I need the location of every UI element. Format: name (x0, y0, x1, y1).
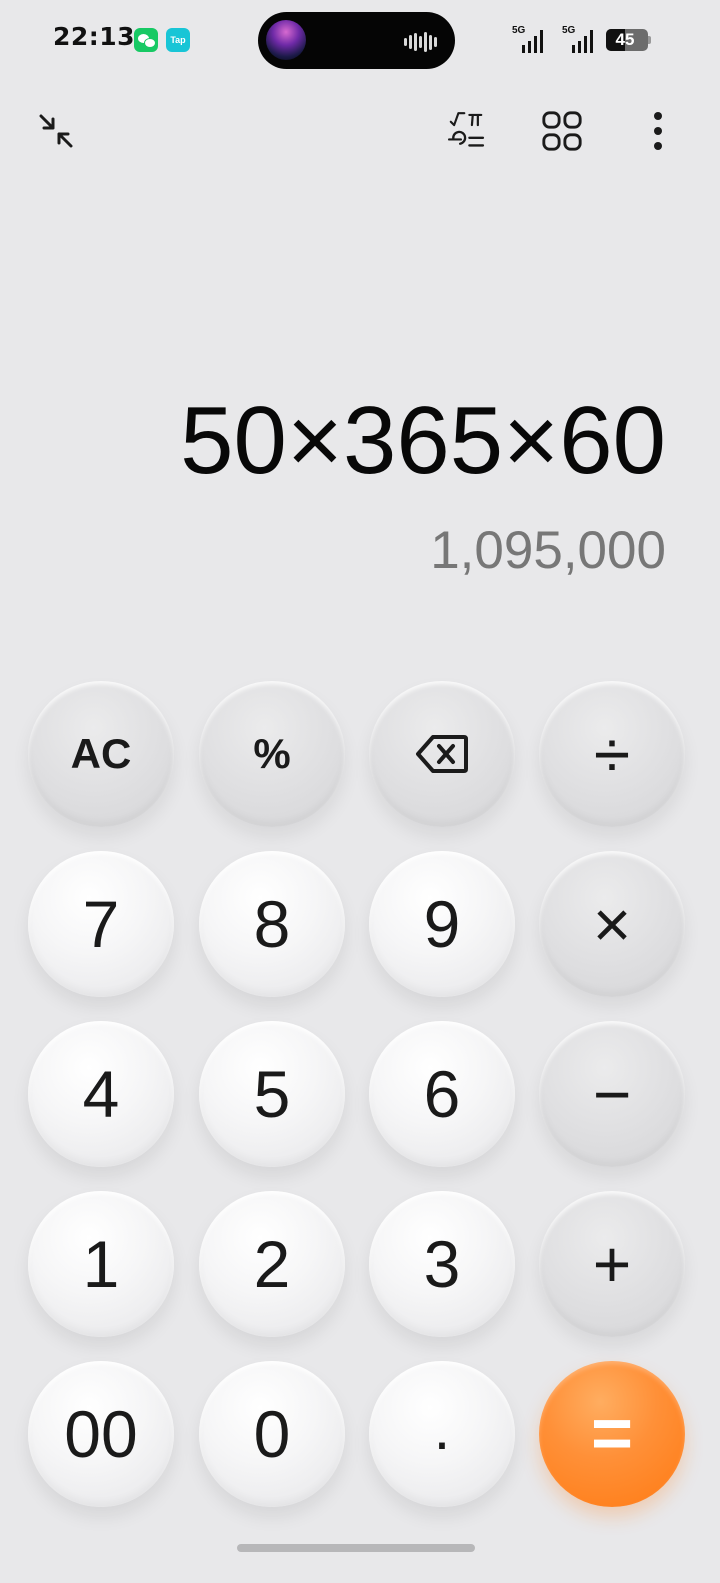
digit-6-button[interactable]: 6 (369, 1021, 515, 1167)
converter-grid-button[interactable] (534, 103, 590, 159)
audio-wave-icon (404, 32, 438, 52)
wechat-icon (134, 28, 158, 52)
status-time: 22:13 (53, 22, 136, 51)
equals-button[interactable]: = (539, 1361, 685, 1507)
home-indicator[interactable] (237, 1544, 475, 1552)
digit-5-button[interactable]: 5 (199, 1021, 345, 1167)
digit-1-button[interactable]: 1 (28, 1191, 174, 1337)
multiply-button[interactable]: × (539, 851, 685, 997)
battery-level: 45 (615, 30, 635, 49)
scientific-functions-icon (447, 112, 485, 147)
more-options-button[interactable] (630, 103, 686, 159)
clear-button[interactable]: AC (28, 681, 174, 827)
more-vertical-icon (654, 112, 662, 150)
signal-1-icon: 5G (512, 25, 552, 53)
digit-3-label: 3 (423, 1227, 461, 1301)
plus-button[interactable]: + (539, 1191, 685, 1337)
battery-icon: 45 (606, 29, 648, 51)
signal-2-icon: 5G (562, 25, 602, 53)
digit-6-label: 6 (423, 1057, 461, 1131)
digit-1-label: 1 (82, 1227, 120, 1301)
digit-9-button[interactable]: 9 (369, 851, 515, 997)
equals-label: = (590, 1394, 634, 1474)
signal-bars-1-icon (522, 29, 543, 53)
digit-5-label: 5 (253, 1057, 291, 1131)
expression-display: 50×365×60 (180, 387, 666, 494)
signal-bars-2-icon (572, 29, 593, 53)
multiply-label: × (592, 887, 632, 961)
digit-3-button[interactable]: 3 (369, 1191, 515, 1337)
digit-8-label: 8 (253, 887, 291, 961)
divide-button[interactable]: ÷ (539, 681, 685, 827)
dynamic-island[interactable] (258, 12, 455, 69)
status-bar: 22:13 Tap 5G 5G 45 (0, 0, 720, 80)
decimal-label: . (433, 1395, 451, 1462)
media-artwork-icon (266, 20, 306, 60)
minus-button[interactable]: − (539, 1021, 685, 1167)
double-zero-label: 00 (64, 1397, 138, 1471)
backspace-icon (416, 735, 468, 773)
digit-0-label: 0 (253, 1397, 291, 1471)
digit-0-button[interactable]: 0 (199, 1361, 345, 1507)
tap-icon: Tap (166, 28, 190, 52)
scientific-mode-button[interactable] (438, 103, 494, 159)
collapse-button[interactable] (28, 103, 84, 159)
battery-cap-icon (648, 36, 651, 44)
decimal-button[interactable]: . (369, 1361, 515, 1507)
result-display: 1,095,000 (430, 521, 666, 580)
collapse-icon (39, 114, 73, 148)
grid-icon (542, 111, 582, 151)
digit-4-label: 4 (82, 1057, 120, 1131)
double-zero-button[interactable]: 00 (28, 1361, 174, 1507)
digit-8-button[interactable]: 8 (199, 851, 345, 997)
percent-label: % (253, 730, 291, 777)
digit-9-label: 9 (423, 887, 461, 961)
divide-label: ÷ (593, 717, 631, 791)
digit-7-button[interactable]: 7 (28, 851, 174, 997)
minus-label: − (592, 1057, 632, 1131)
digit-2-button[interactable]: 2 (199, 1191, 345, 1337)
plus-label: + (592, 1227, 632, 1301)
digit-2-label: 2 (253, 1227, 291, 1301)
digit-4-button[interactable]: 4 (28, 1021, 174, 1167)
clear-label: AC (70, 730, 132, 777)
digit-7-label: 7 (82, 887, 120, 961)
percent-button[interactable]: % (199, 681, 345, 827)
backspace-button[interactable] (369, 681, 515, 827)
